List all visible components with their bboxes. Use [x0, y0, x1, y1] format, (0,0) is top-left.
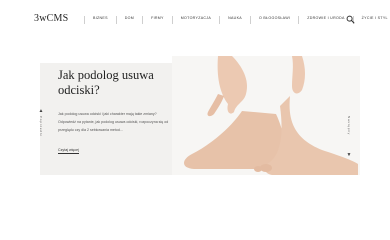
nav-item-dom[interactable]: Dom — [115, 16, 142, 24]
feet-photo — [172, 56, 360, 175]
nav-item-motoryzacja[interactable]: Motoryzacja — [171, 16, 219, 24]
site-logo[interactable]: 3wCMS — [34, 13, 68, 24]
read-more-link[interactable]: Czytaj więcej — [58, 148, 79, 154]
main-nav: Biznes Dom Firmy Motoryzacja Nauka O bło… — [84, 16, 390, 24]
nav-item-zycie-i-styl[interactable]: Życie i styl — [352, 16, 390, 24]
nav-item-firmy[interactable]: Firmy — [142, 16, 172, 24]
next-label: Następny — [347, 116, 351, 136]
nav-item-biznes[interactable]: Biznes — [84, 16, 116, 24]
nav-item-zdrowie-i-uroda[interactable]: Zdrowie i uroda — [298, 16, 352, 24]
article-title[interactable]: Jak podolog usuwa odciski? — [58, 68, 188, 97]
previous-slide-button[interactable]: ▲ Poprzedni — [38, 108, 44, 158]
top-navigation-bar: 3wCMS Biznes Dom Firmy Motoryzacja Nauka… — [0, 0, 390, 42]
feet-illustration — [172, 56, 360, 175]
arrow-down-icon: ▼ — [346, 152, 352, 158]
nav-item-o-blogoslawi[interactable]: O błogosławi — [249, 16, 298, 24]
arrow-up-icon: ▲ — [38, 108, 44, 114]
article-excerpt: Jak podolog usuwa odciski i jaki charakt… — [58, 112, 169, 132]
nav-item-nauka[interactable]: Nauka — [219, 16, 250, 24]
next-slide-button[interactable]: Następny ▼ — [346, 108, 352, 158]
search-icon[interactable] — [346, 15, 355, 24]
previous-label: Poprzedni — [39, 116, 43, 137]
